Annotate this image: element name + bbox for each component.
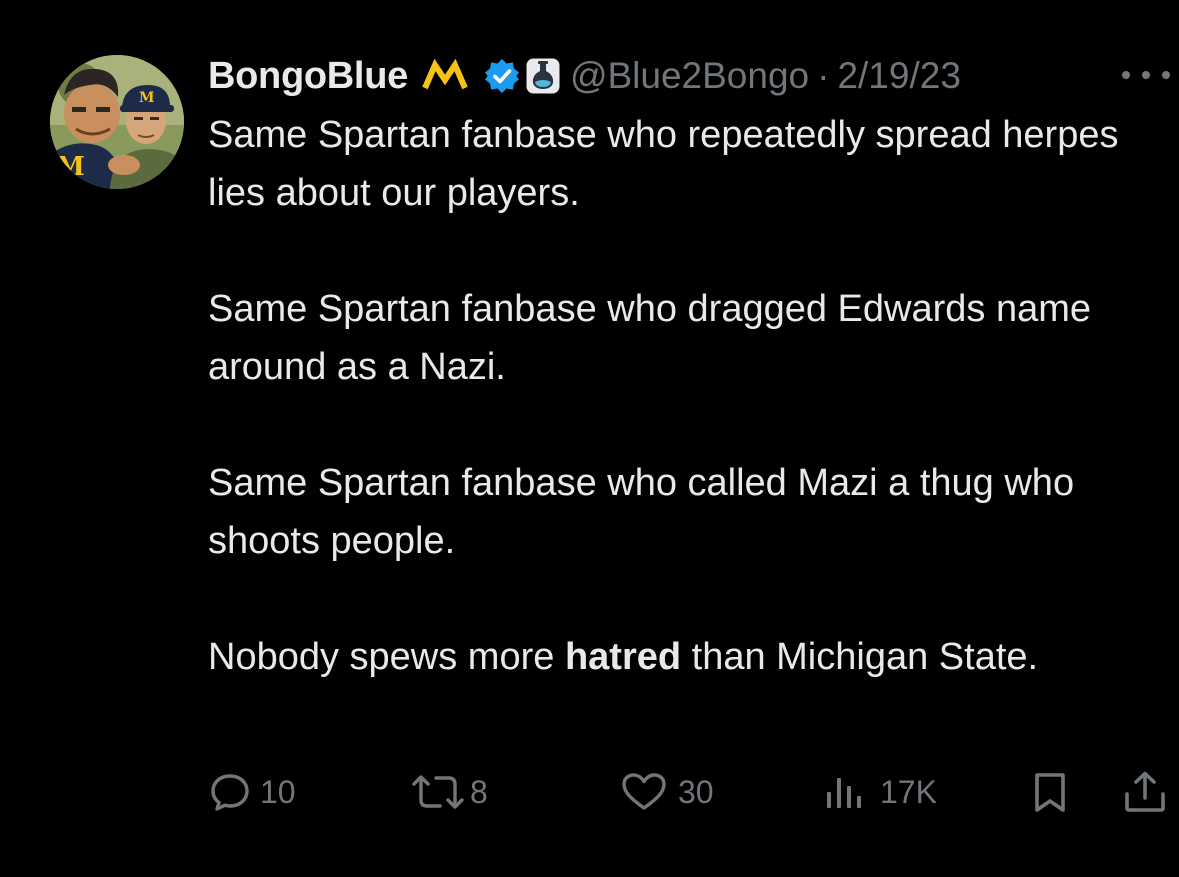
tweet-text-segment: Nobody spews more — [208, 636, 565, 678]
verified-check-icon[interactable] — [484, 58, 520, 94]
avatar[interactable]: M M — [50, 55, 184, 189]
views-icon — [827, 778, 861, 808]
svg-text:M: M — [56, 152, 85, 182]
tweet-paragraph: Same Spartan fanbase who dragged Edwards… — [208, 288, 1091, 388]
author-handle[interactable]: @Blue2Bongo — [570, 55, 809, 97]
affiliate-flask-icon[interactable] — [526, 58, 560, 94]
view-count: 17K — [880, 773, 937, 810]
reply-button[interactable]: 10 — [208, 760, 296, 824]
views-button[interactable]: 17K — [824, 760, 937, 824]
tweet-text-segment: than Michigan State. — [681, 636, 1039, 678]
tweet-paragraph: Same Spartan fanbase who called Mazi a t… — [208, 462, 1075, 562]
more-dot — [1162, 71, 1170, 79]
retweet-count: 8 — [470, 773, 488, 810]
retweet-icon — [412, 775, 464, 809]
tweet-paragraph: Same Spartan fanbase who repeatedly spre… — [208, 114, 1119, 214]
tweet-header: BongoBlue @Blue2Bongo · 2/19/23 — [208, 48, 961, 104]
author-display-name[interactable]: BongoBlue — [208, 55, 408, 98]
like-count: 30 — [678, 773, 714, 810]
more-options-icon[interactable] — [1122, 60, 1170, 90]
svg-text:M: M — [139, 90, 155, 106]
heart-icon — [622, 773, 666, 810]
reply-count: 10 — [260, 773, 296, 810]
tweet-paragraph: Nobody spews more hatred than Michigan S… — [208, 628, 1168, 686]
bookmark-icon — [1035, 773, 1065, 812]
more-dot — [1122, 71, 1130, 79]
tweet-text: Same Spartan fanbase who repeatedly spre… — [208, 106, 1168, 686]
michigan-m-badge-icon — [422, 58, 468, 94]
tweet-bold-text: hatred — [564, 636, 682, 678]
bookmark-button[interactable] — [1028, 760, 1072, 824]
reply-icon — [211, 774, 249, 811]
avatar-image: M M — [50, 55, 184, 189]
more-dot — [1142, 71, 1150, 79]
share-button[interactable] — [1122, 760, 1168, 824]
tweet-action-bar: 10 8 30 17K — [0, 760, 1179, 824]
separator-dot: · — [817, 55, 830, 96]
like-button[interactable]: 30 — [620, 760, 714, 824]
share-icon — [1125, 771, 1165, 812]
retweet-button[interactable]: 8 — [410, 760, 488, 824]
tweet-date[interactable]: 2/19/23 — [837, 55, 960, 97]
